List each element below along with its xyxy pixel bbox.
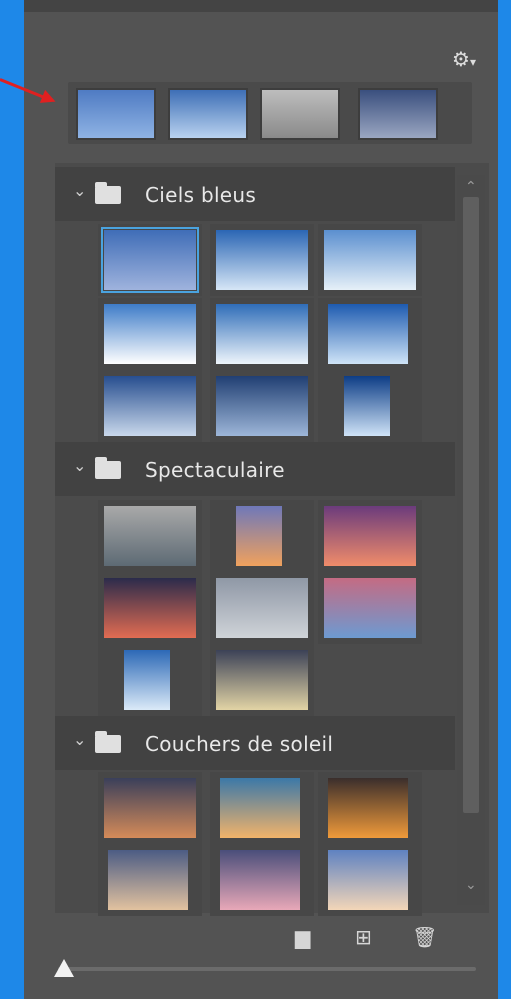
sky-thumbnail-cell [318,370,422,442]
sky-thumbnail-cell [318,500,422,572]
sky-thumbnail[interactable] [220,778,300,838]
group-header-spectaculaire[interactable]: ⌄ Spectaculaire [55,442,455,496]
recent-preset-3[interactable] [260,88,340,140]
sky-thumbnail-cell [210,298,314,370]
recent-preset-4[interactable] [358,88,438,140]
chevron-down-icon[interactable]: ⌄ [73,456,86,475]
group-header-ciels-bleus[interactable]: ⌄ Ciels bleus [55,167,455,221]
recent-preset-2[interactable] [168,88,248,140]
recent-sky-presets [68,82,472,144]
group-label: Ciels bleus [145,183,257,207]
sky-thumbnail[interactable] [216,650,308,710]
sky-thumbnail[interactable] [236,506,282,566]
folder-icon [95,182,121,204]
sky-thumbnail[interactable] [104,304,196,364]
sky-thumbnail[interactable] [124,650,170,710]
sky-thumbnail-cell [98,370,202,442]
sky-thumbnail-cell [98,572,202,644]
sky-thumbnail[interactable] [328,778,408,838]
sky-thumbnail-cell [210,500,314,572]
chevron-down-icon[interactable]: ⌄ [465,877,477,893]
sky-thumbnail[interactable] [220,850,300,910]
sky-thumbnail-cell [210,572,314,644]
sky-thumbnail[interactable] [104,376,196,436]
sky-thumbnail[interactable] [324,506,416,566]
sky-thumbnail[interactable] [216,578,308,638]
sky-thumbnail[interactable] [216,304,308,364]
sky-thumbnail-cell [98,844,202,916]
sky-thumbnail[interactable] [324,578,416,638]
sky-thumbnail-cell [210,772,314,844]
group-header-couchers-de-soleil[interactable]: ⌄ Couchers de soleil [55,716,455,770]
trash-icon[interactable]: 🗑 [412,925,437,949]
slider-knob[interactable] [54,959,74,977]
new-folder-icon[interactable]: ▆ [295,925,310,949]
sky-thumbnail[interactable] [104,506,196,566]
sky-thumbnail-cell [98,224,202,296]
sky-thumbnail[interactable] [216,230,308,290]
sky-thumbnail[interactable] [328,304,408,364]
sky-thumbnail[interactable] [101,227,199,293]
group-label: Couchers de soleil [145,732,334,756]
sky-thumbnail-cell [98,500,202,572]
chevron-down-icon[interactable]: ⌄ [73,181,86,200]
sky-thumbnail-cell [318,224,422,296]
sky-thumbnail[interactable] [104,578,196,638]
folder-icon [95,457,121,479]
scrollbar[interactable]: ⌃ ⌄ [457,175,485,905]
sky-thumbnail-cell [210,370,314,442]
sky-thumbnail[interactable] [324,230,416,290]
group-label: Spectaculaire [145,458,285,482]
scrollbar-thumb[interactable] [463,197,479,813]
chevron-up-icon[interactable]: ⌃ [465,179,477,195]
sky-thumbnail-cell [98,772,202,844]
sky-thumbnail-cell [318,298,422,370]
sky-thumbnail-cell [210,844,314,916]
sky-thumbnail-cell [210,224,314,296]
sky-thumbnail[interactable] [108,850,188,910]
sky-thumbnail-cell [318,772,422,844]
chevron-down-icon[interactable]: ⌄ [73,730,86,749]
sky-thumbnail-cell [98,644,202,716]
recent-preset-1[interactable] [76,88,156,140]
folder-icon [95,731,121,753]
sky-thumbnail[interactable] [104,778,196,838]
sky-thumbnail-cell [210,644,314,716]
sky-thumbnail-cell [318,572,422,644]
thumbnail-size-slider[interactable] [58,967,476,971]
sky-thumbnail-cell [318,844,422,916]
sky-thumbnail[interactable] [344,376,390,436]
gear-icon[interactable]: ⚙▾ [452,48,486,70]
add-icon[interactable]: ⊞ [355,925,372,949]
panel-top-strip [24,0,498,12]
sky-thumbnail[interactable] [328,850,408,910]
sky-thumbnail-cell [98,298,202,370]
sky-thumbnail[interactable] [216,376,308,436]
